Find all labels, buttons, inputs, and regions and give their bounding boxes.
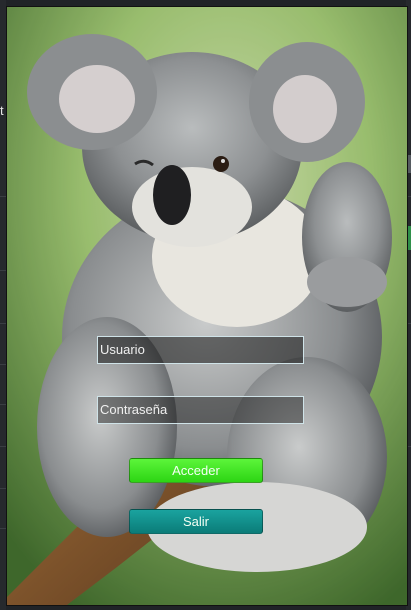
username-input[interactable]: Usuario [97,336,304,364]
login-button[interactable]: Acceder [129,458,263,483]
exit-button[interactable]: Salir [129,509,263,534]
password-input[interactable]: Contraseña [97,396,304,424]
login-dialog: Usuario Contraseña Acceder Salir [6,6,408,606]
